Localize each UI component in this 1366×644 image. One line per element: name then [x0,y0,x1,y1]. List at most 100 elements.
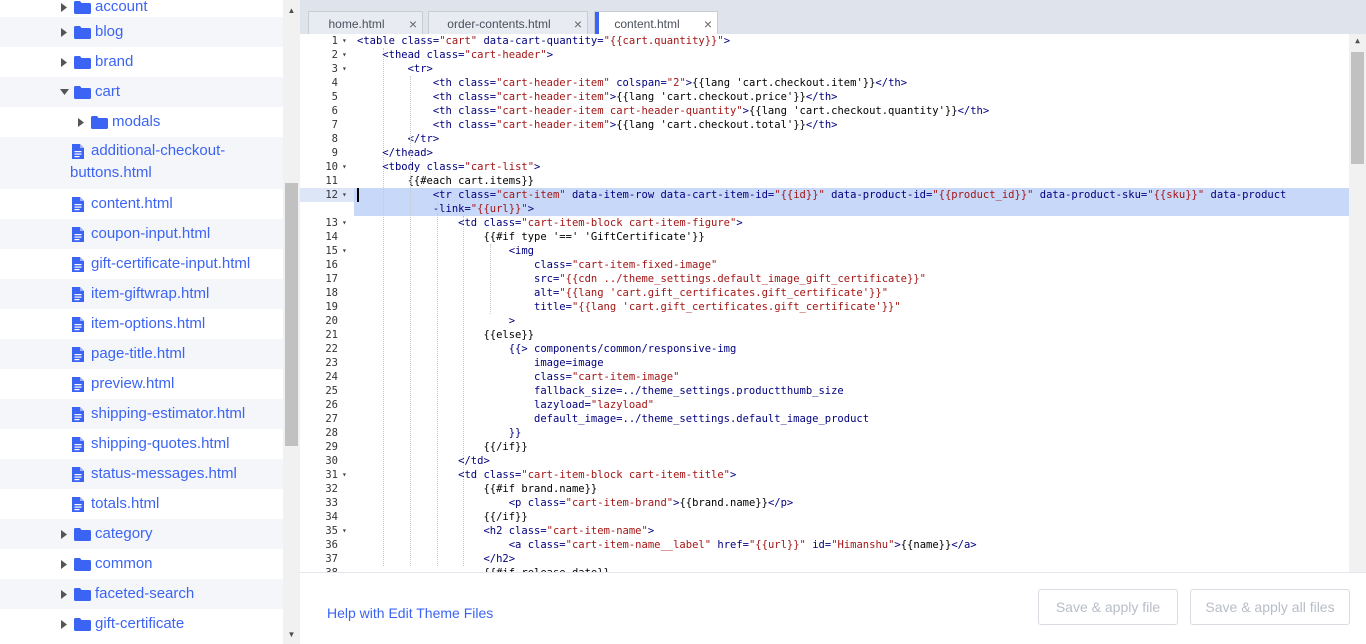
sidebar-scroll-up-icon[interactable]: ▲ [283,2,300,19]
line-number: 19 [325,301,338,313]
code-line[interactable]: <td class="cart-item-block cart-item-tit… [357,468,736,482]
caret-right-icon[interactable] [59,27,69,37]
tab-content-html[interactable]: content.html × [594,11,718,36]
code-line[interactable]: {{> components/common/responsive-img [357,342,737,356]
code-line[interactable]: <th class="cart-header-item">{{lang 'car… [357,90,838,104]
fold-arrow-icon[interactable]: ▾ [342,160,350,174]
tree-folder-modals[interactable]: modals [0,107,283,137]
caret-right-icon[interactable] [59,619,69,629]
tab-label: order-contents.html [447,16,551,31]
tree-folder-category[interactable]: category [0,519,283,549]
line-number: 23 [325,357,338,369]
fold-arrow-icon[interactable]: ▾ [342,216,350,230]
caret-right-icon[interactable] [59,2,69,12]
caret-down-icon[interactable] [59,87,69,97]
sidebar-scroll-down-icon[interactable]: ▼ [283,626,300,643]
tree-file-preview-html[interactable]: preview.html [0,369,283,399]
tree-file-content-html[interactable]: content.html [0,189,283,219]
sidebar-scrollbar-thumb[interactable] [285,183,298,446]
code-line[interactable]: class="cart-item-fixed-image" [357,258,717,272]
code-line[interactable]: <tr> [357,62,433,76]
file-icon [72,286,84,302]
code-line[interactable]: <th class="cart-header-item" colspan="2"… [357,76,907,90]
caret-right-icon[interactable] [59,529,69,539]
caret-right-icon[interactable] [59,589,69,599]
save-apply-all-files-button[interactable]: Save & apply all files [1190,589,1350,625]
code-line[interactable]: <thead class="cart-header"> [357,48,553,62]
fold-arrow-icon[interactable]: ▾ [342,34,350,48]
tree-item-label: page-title.html [91,345,186,362]
help-link[interactable]: Help with Edit Theme Files [327,605,493,621]
save-apply-file-button[interactable]: Save & apply file [1038,589,1178,625]
code-line[interactable]: <tbody class="cart-list"> [357,160,540,174]
code-line[interactable]: image=image [357,356,604,370]
code-line[interactable]: lazyload="lazyload" [357,398,654,412]
tree-folder-common[interactable]: common [0,549,283,579]
tree-file-status-messages-html[interactable]: status-messages.html [0,459,283,489]
tree-file-shipping-quotes-html[interactable]: shipping-quotes.html [0,429,283,459]
tree-item-label: faceted-search [95,585,195,602]
code-line[interactable]: class="cart-item-image" [357,370,679,384]
indent-guide [383,48,384,566]
editor-footer: Help with Edit Theme Files Save & apply … [300,572,1366,644]
tree-folder-faceted-search[interactable]: faceted-search [0,579,283,609]
code-line[interactable]: <th class="cart-header-item cart-header-… [357,104,989,118]
tree-folder-brand[interactable]: brand [0,47,283,77]
tree-folder-gift-certificate[interactable]: gift-certificate [0,609,283,639]
tree-file-totals-html[interactable]: totals.html [0,489,283,519]
fold-arrow-icon[interactable]: ▾ [342,62,350,76]
fold-arrow-icon[interactable]: ▾ [342,188,350,202]
tree-file-item-giftwrap-html[interactable]: item-giftwrap.html [0,279,283,309]
indent-guide [410,76,411,566]
code-line[interactable]: fallback_size=../theme_settings.productt… [357,384,844,398]
code-line[interactable]: src="{{cdn ../theme_settings.default_ima… [357,272,926,286]
tree-folder-cart[interactable]: cart [0,77,283,107]
fold-arrow-icon[interactable]: ▾ [342,244,350,258]
tree-file-item-options-html[interactable]: item-options.html [0,309,283,339]
code-line[interactable]: title="{{lang 'cart.gift_certificates.gi… [357,300,901,314]
code-line[interactable]: }} [357,426,522,440]
fold-arrow-icon[interactable]: ▾ [342,524,350,538]
line-number: 34 [325,511,338,523]
caret-right-icon[interactable] [59,57,69,67]
code-line[interactable]: <th class="cart-header-item">{{lang 'car… [357,118,838,132]
editor-tab-bar: home.html × order-contents.html × conten… [300,0,1366,36]
editor-scrollbar-thumb[interactable] [1351,52,1364,164]
code-line[interactable]: default_image=../theme_settings.default_… [357,412,869,426]
code-line[interactable]: {{#if brand.name}} [357,482,597,496]
code-line[interactable]: <td class="cart-item-block cart-item-fig… [357,216,743,230]
caret-right-icon[interactable] [76,117,86,127]
line-number: 24 [325,371,338,383]
tree-file-additional-checkout[interactable]: additional-checkout-buttons.html [0,137,283,189]
fold-arrow-icon[interactable]: ▾ [342,468,350,482]
tree-item-label: item-giftwrap.html [91,285,210,302]
code-line[interactable]: <a class="cart-item-name__label" href="{… [357,538,977,552]
code-line[interactable]: <table class="cart" data-cart-quantity="… [357,34,730,48]
tree-file-gift-certificate-input-html[interactable]: gift-certificate-input.html [0,249,283,279]
close-icon[interactable]: × [569,16,587,32]
line-number: 31 [325,469,338,481]
code-line[interactable]: <tr class="cart-item" data-item-row data… [357,188,1287,202]
close-icon[interactable]: × [404,16,422,32]
tree-file-shipping-estimator-html[interactable]: shipping-estimator.html [0,399,283,429]
tree-file-coupon-input-html[interactable]: coupon-input.html [0,219,283,249]
code-line[interactable]: </thead> [357,146,433,160]
code-line[interactable]: <p class="cart-item-brand">{{brand.name}… [357,496,794,510]
folder-icon [74,85,91,99]
tree-item-label: modals [112,113,161,130]
line-number: 13 [325,217,338,229]
fold-arrow-icon[interactable]: ▾ [342,48,350,62]
code-line[interactable]: </td> [357,454,490,468]
code-area[interactable]: 1 ▾ 2 ▾ 3 ▾ 4 5 6 7 8 9 10 ▾ 11 12 ▾ 13 ▾ 14 15 ▾ 16 17 18 19 20 21… [300,34,1366,572]
tab-home-html[interactable]: home.html × [308,11,423,35]
tree-file-page-title-html[interactable]: page-title.html [0,339,283,369]
tab-order-contents-html[interactable]: order-contents.html × [428,11,588,35]
caret-right-icon[interactable] [59,559,69,569]
editor-scroll-up-icon[interactable]: ▲ [1349,36,1366,50]
file-icon [72,226,84,242]
tree-item-label: brand [95,53,134,70]
code-line[interactable]: <h2 class="cart-item-name"> [357,524,654,538]
close-icon[interactable]: × [699,16,717,32]
tree-folder-blog[interactable]: blog [0,17,283,47]
code-line[interactable]: </tr> [357,132,440,146]
